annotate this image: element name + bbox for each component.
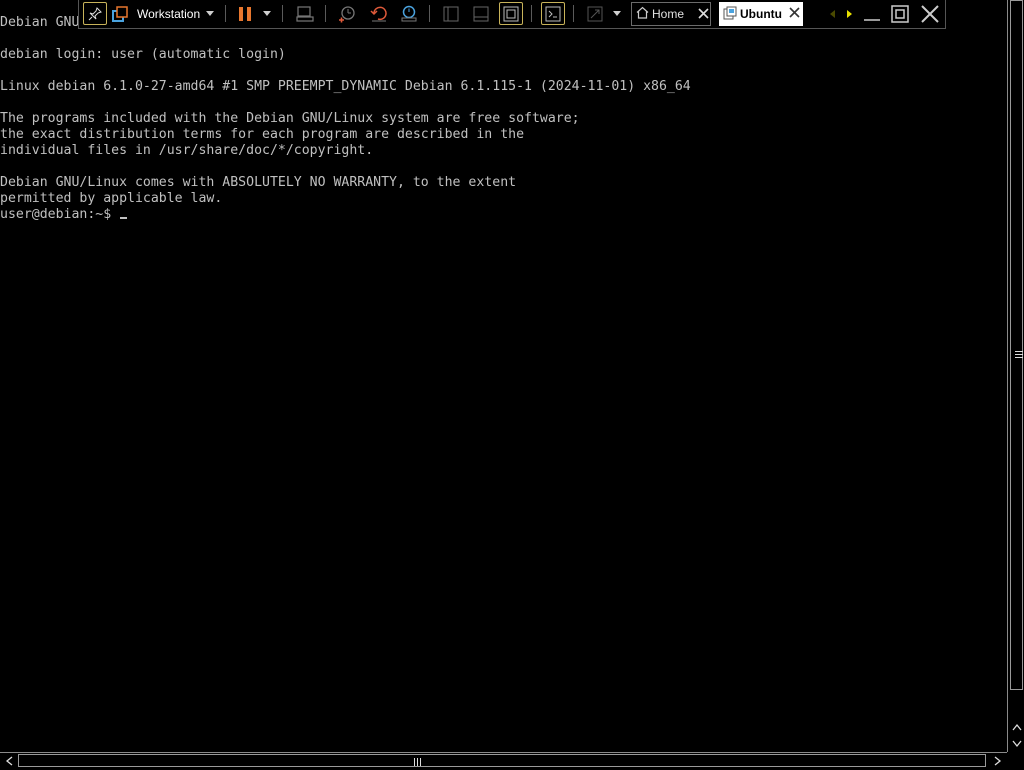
tab-ubuntu-label: Ubuntu: [740, 7, 782, 21]
pin-toolbar-button[interactable]: [83, 2, 107, 25]
stretch-icon: [587, 6, 603, 22]
revert-snapshot-button[interactable]: [367, 2, 391, 25]
console-line: Debian GNU: [0, 15, 80, 30]
restore-icon: [891, 4, 909, 23]
minimize-button[interactable]: [861, 2, 883, 25]
keyboard-icon: [296, 5, 314, 22]
minimize-icon: [863, 5, 881, 23]
thumbnail-layout-icon: [473, 6, 489, 22]
full-screen-button[interactable]: [499, 2, 523, 25]
scrollbar-corner: [1007, 752, 1024, 768]
show-thumbnail-bar-button[interactable]: [469, 2, 493, 25]
console-line: Linux debian 6.1.0-27-amd64 #1 SMP PREEM…: [0, 79, 691, 94]
pin-icon: [88, 6, 102, 21]
toolbar-divider: [282, 5, 283, 22]
workstation-menu[interactable]: Workstation: [137, 2, 219, 25]
arrow-right-icon: [994, 751, 1002, 770]
arrow-left-icon: [5, 751, 13, 770]
vm-console[interactable]: Debian GNU debian login: user (automatic…: [0, 0, 1007, 752]
scroll-right-button[interactable]: [990, 753, 1005, 768]
next-tab-button[interactable]: [843, 2, 857, 25]
toolbar-divider: [429, 5, 430, 22]
grip-icon: [414, 758, 421, 766]
console-line: Debian GNU/Linux comes with ABSOLUTELY N…: [0, 175, 517, 190]
previous-tab-button[interactable]: [825, 2, 839, 25]
console-line: The programs included with the Debian GN…: [0, 111, 580, 126]
shell-prompt: user@debian:~$: [0, 207, 120, 222]
arrow-down-icon: [1011, 733, 1022, 752]
arrow-right-icon: [846, 9, 854, 19]
vm-list-button[interactable]: [109, 2, 131, 25]
text-cursor: [120, 217, 128, 219]
close-window-button[interactable]: [919, 2, 941, 25]
snapshot-manager-button[interactable]: [397, 2, 421, 25]
console-view-button[interactable]: [541, 2, 565, 25]
terminal-icon: [545, 6, 561, 22]
scroll-down-button[interactable]: [1009, 735, 1024, 750]
suspend-button[interactable]: [235, 2, 255, 25]
scroll-up-button[interactable]: [1009, 718, 1024, 733]
fullscreen-icon: [503, 6, 519, 22]
home-icon: [636, 6, 649, 22]
snapshot-manager-icon: [400, 5, 418, 23]
scroll-left-button[interactable]: [1, 753, 16, 768]
console-line: debian login: user (automatic login): [0, 47, 286, 62]
console-line: individual files in /usr/share/doc/*/cop…: [0, 143, 374, 158]
console-prompt-line: user@debian:~$: [0, 207, 128, 223]
horizontal-scrollbar[interactable]: [0, 752, 1007, 768]
tab-home-label: Home: [652, 7, 685, 21]
close-icon: [921, 4, 939, 23]
vm-fullscreen-toolbar: Workstation Home Ubuntu: [78, 0, 946, 29]
sidebar-layout-icon: [443, 6, 459, 22]
workstation-menu-label: Workstation: [137, 6, 201, 21]
toolbar-divider: [225, 5, 226, 22]
show-library-button[interactable]: [439, 2, 463, 25]
send-ctrl-alt-del-button[interactable]: [293, 2, 317, 25]
close-home-tab-button[interactable]: [693, 2, 713, 25]
scrollbar-thumb[interactable]: [1010, 0, 1023, 690]
take-snapshot-button[interactable]: [335, 2, 359, 25]
close-icon[interactable]: [789, 7, 800, 21]
stretch-options-dropdown[interactable]: [609, 2, 625, 25]
vm-icon: [723, 6, 737, 23]
console-line: the exact distribution terms for each pr…: [0, 127, 525, 142]
vertical-scrollbar[interactable]: [1007, 0, 1024, 752]
scrollbar-thumb[interactable]: [18, 754, 986, 767]
close-icon: [697, 8, 709, 19]
power-options-dropdown[interactable]: [259, 2, 275, 25]
chevron-down-icon: [206, 11, 215, 16]
chevron-down-icon: [263, 11, 271, 16]
revert-snapshot-icon: [370, 5, 388, 23]
vm-stack-icon: [112, 5, 128, 22]
arrow-left-icon: [828, 9, 836, 19]
toolbar-divider: [573, 5, 574, 22]
tab-ubuntu[interactable]: Ubuntu: [719, 2, 803, 26]
toolbar-divider: [531, 5, 532, 22]
grip-icon: [1015, 351, 1023, 358]
toolbar-divider: [325, 5, 326, 22]
stretch-guest-button[interactable]: [583, 2, 607, 25]
chevron-down-icon: [613, 11, 621, 16]
snapshot-icon: [338, 5, 356, 23]
restore-button[interactable]: [889, 2, 911, 25]
console-line: permitted by applicable law.: [0, 191, 223, 206]
pause-icon: [238, 6, 252, 22]
